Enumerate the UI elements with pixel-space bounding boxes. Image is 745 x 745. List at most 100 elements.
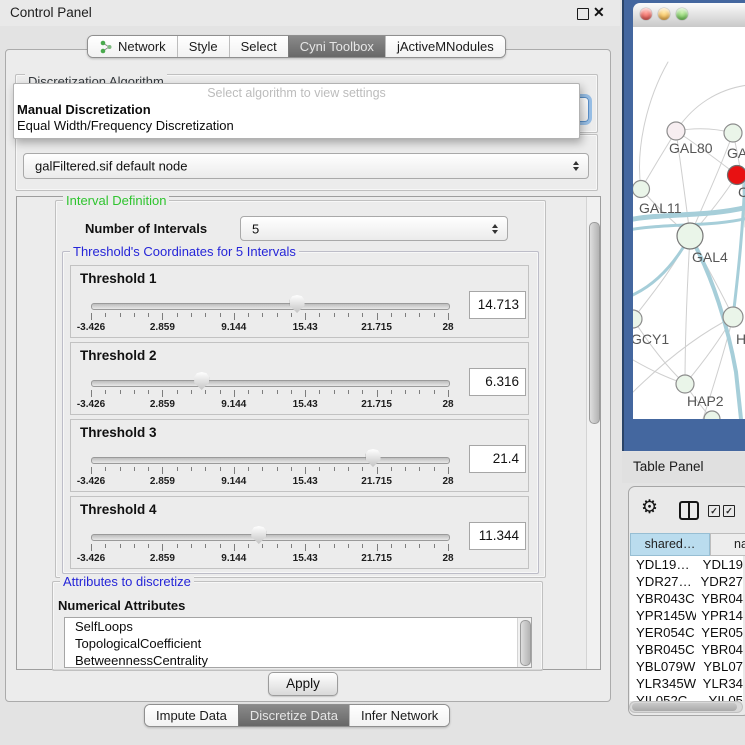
table-row[interactable]: YBR045CYBR04 bbox=[630, 641, 743, 658]
table-row[interactable]: YPR145WYPR14 bbox=[630, 607, 743, 624]
tab-label: Impute Data bbox=[156, 708, 227, 723]
tab-infer-network[interactable]: Infer Network bbox=[349, 705, 449, 726]
threshold-value-field[interactable]: 14.713 bbox=[469, 291, 526, 319]
network-window-titlebar bbox=[633, 3, 745, 28]
tick-mark bbox=[305, 390, 306, 397]
node-h-clipped[interactable] bbox=[723, 307, 743, 327]
table-row[interactable]: YBL079WYBL07 bbox=[630, 658, 743, 675]
column-header-shared-name[interactable]: shared… bbox=[630, 533, 710, 556]
close-traffic-light-icon[interactable] bbox=[640, 8, 652, 20]
table-row[interactable]: YDR27…YDR27 bbox=[630, 573, 743, 590]
apply-button[interactable]: Apply bbox=[268, 672, 338, 696]
node-label-gal4: GAL4 bbox=[692, 249, 728, 265]
tab-jactivemnodules[interactable]: jActiveMNodules bbox=[385, 36, 505, 57]
float-window-icon[interactable] bbox=[577, 8, 589, 20]
tab-cyni-toolbox[interactable]: Cyni Toolbox bbox=[288, 36, 385, 57]
column-layout-icon[interactable] bbox=[679, 501, 699, 520]
threshold-panel: Threshold 3-3.4262.8599.14415.4321.71528… bbox=[70, 419, 529, 492]
minimize-traffic-light-icon[interactable] bbox=[658, 8, 670, 20]
tick-label: 9.144 bbox=[221, 322, 246, 333]
node-label-gal11: GAL11 bbox=[639, 200, 682, 216]
node-label-c-clipped: C bbox=[738, 184, 745, 200]
slider-track[interactable] bbox=[91, 457, 450, 464]
tick-label: 9.144 bbox=[221, 399, 246, 410]
threshold-value-field[interactable]: 21.4 bbox=[469, 445, 526, 473]
node-hap2[interactable] bbox=[676, 375, 694, 393]
tick-mark bbox=[120, 544, 121, 548]
threshold-value-field[interactable]: 6.316 bbox=[469, 368, 526, 396]
cell-shared-name: YBR043C bbox=[630, 590, 696, 607]
list-scrollbar[interactable] bbox=[517, 618, 531, 667]
algorithm-option[interactable]: Equal Width/Frequency Discretization bbox=[17, 118, 234, 133]
tab-impute-data[interactable]: Impute Data bbox=[145, 705, 238, 726]
slider-thumb[interactable] bbox=[290, 295, 305, 313]
tab-style[interactable]: Style bbox=[177, 36, 229, 57]
slider-track[interactable] bbox=[91, 303, 450, 310]
cell-name: YBL07 bbox=[698, 658, 743, 675]
tick-mark bbox=[277, 390, 278, 394]
checkbox-icon[interactable]: ✓ bbox=[708, 505, 720, 517]
zoom-traffic-light-icon[interactable] bbox=[676, 8, 688, 20]
table-row[interactable]: YBR043CYBR04 bbox=[630, 590, 743, 607]
tab-network[interactable]: Network bbox=[88, 36, 177, 57]
slider-thumb[interactable] bbox=[366, 449, 381, 467]
tick-mark bbox=[191, 390, 192, 394]
tick-mark bbox=[305, 467, 306, 474]
slider-thumb[interactable] bbox=[194, 372, 209, 390]
scrollbar-thumb[interactable] bbox=[589, 222, 600, 424]
node-gal80[interactable] bbox=[667, 122, 685, 140]
number-of-intervals-label: Number of Intervals bbox=[85, 216, 207, 241]
horizontal-scrollbar[interactable] bbox=[629, 701, 743, 713]
table-row[interactable]: YLR345WYLR34 bbox=[630, 675, 743, 692]
tick-mark bbox=[220, 467, 221, 471]
scrollbar-thumb[interactable] bbox=[632, 703, 737, 711]
attribute-item[interactable]: SelfLoops bbox=[65, 618, 531, 635]
tick-mark bbox=[205, 390, 206, 394]
column-header-name[interactable]: na bbox=[710, 533, 745, 556]
close-icon[interactable]: ✕ bbox=[593, 4, 605, 21]
tick-mark bbox=[405, 467, 406, 471]
table-row[interactable]: YER054CYER05 bbox=[630, 624, 743, 641]
cell-name: YDR27 bbox=[695, 573, 743, 590]
tick-mark bbox=[419, 390, 420, 394]
tick-mark bbox=[177, 544, 178, 548]
gear-icon[interactable]: ⚙ bbox=[641, 496, 658, 519]
node-gal-clipped[interactable] bbox=[724, 124, 742, 142]
attribute-item[interactable]: TopologicalCoefficient bbox=[65, 635, 531, 652]
thresholds-group-title: Threshold's Coordinates for 5 Intervals bbox=[70, 244, 299, 259]
node-gal4[interactable] bbox=[677, 223, 703, 249]
algorithm-option[interactable]: Manual Discretization bbox=[17, 102, 151, 117]
cell-name: YDL19 bbox=[698, 556, 743, 573]
tab-label: jActiveMNodules bbox=[397, 39, 494, 54]
table-row[interactable]: YIL052CYIL05 bbox=[630, 692, 743, 701]
slider-track[interactable] bbox=[91, 534, 450, 541]
tick-label: 15.43 bbox=[293, 322, 318, 333]
threshold-label: Threshold 2 bbox=[80, 348, 157, 363]
tick-label: 2.859 bbox=[150, 399, 175, 410]
slider-track[interactable] bbox=[91, 380, 450, 387]
network-view-canvas[interactable]: GAL80 GA C GAL11 GAL4 GCY1 H HAP2 bbox=[633, 27, 745, 419]
slider-thumb[interactable] bbox=[251, 526, 266, 544]
checkbox-icon[interactable]: ✓ bbox=[723, 505, 735, 517]
attribute-item[interactable]: BetweennessCentrality bbox=[65, 652, 531, 668]
cell-name: YPR14 bbox=[696, 607, 743, 624]
scrollbar-thumb[interactable] bbox=[520, 620, 531, 666]
tick-mark bbox=[220, 390, 221, 394]
tab-discretize-data[interactable]: Discretize Data bbox=[238, 705, 349, 726]
tick-mark bbox=[305, 544, 306, 551]
node-gcy1[interactable] bbox=[633, 310, 642, 328]
node-selected-red[interactable] bbox=[728, 166, 745, 185]
tick-label: 28 bbox=[442, 322, 453, 333]
tick-mark bbox=[148, 313, 149, 317]
tick-mark bbox=[419, 313, 420, 317]
number-of-intervals-combobox[interactable]: 5 bbox=[240, 216, 508, 241]
table-row[interactable]: YDL19…YDL19 bbox=[630, 556, 743, 573]
threshold-value-field[interactable]: 11.344 bbox=[469, 522, 526, 550]
tick-label: 15.43 bbox=[293, 476, 318, 487]
vertical-scrollbar[interactable] bbox=[586, 197, 600, 669]
tick-mark bbox=[448, 467, 449, 474]
tab-select[interactable]: Select bbox=[229, 36, 288, 57]
table-data-combobox[interactable]: galFiltered.sif default node bbox=[23, 153, 589, 179]
node-gal11[interactable] bbox=[633, 181, 650, 198]
tick-mark bbox=[105, 390, 106, 394]
